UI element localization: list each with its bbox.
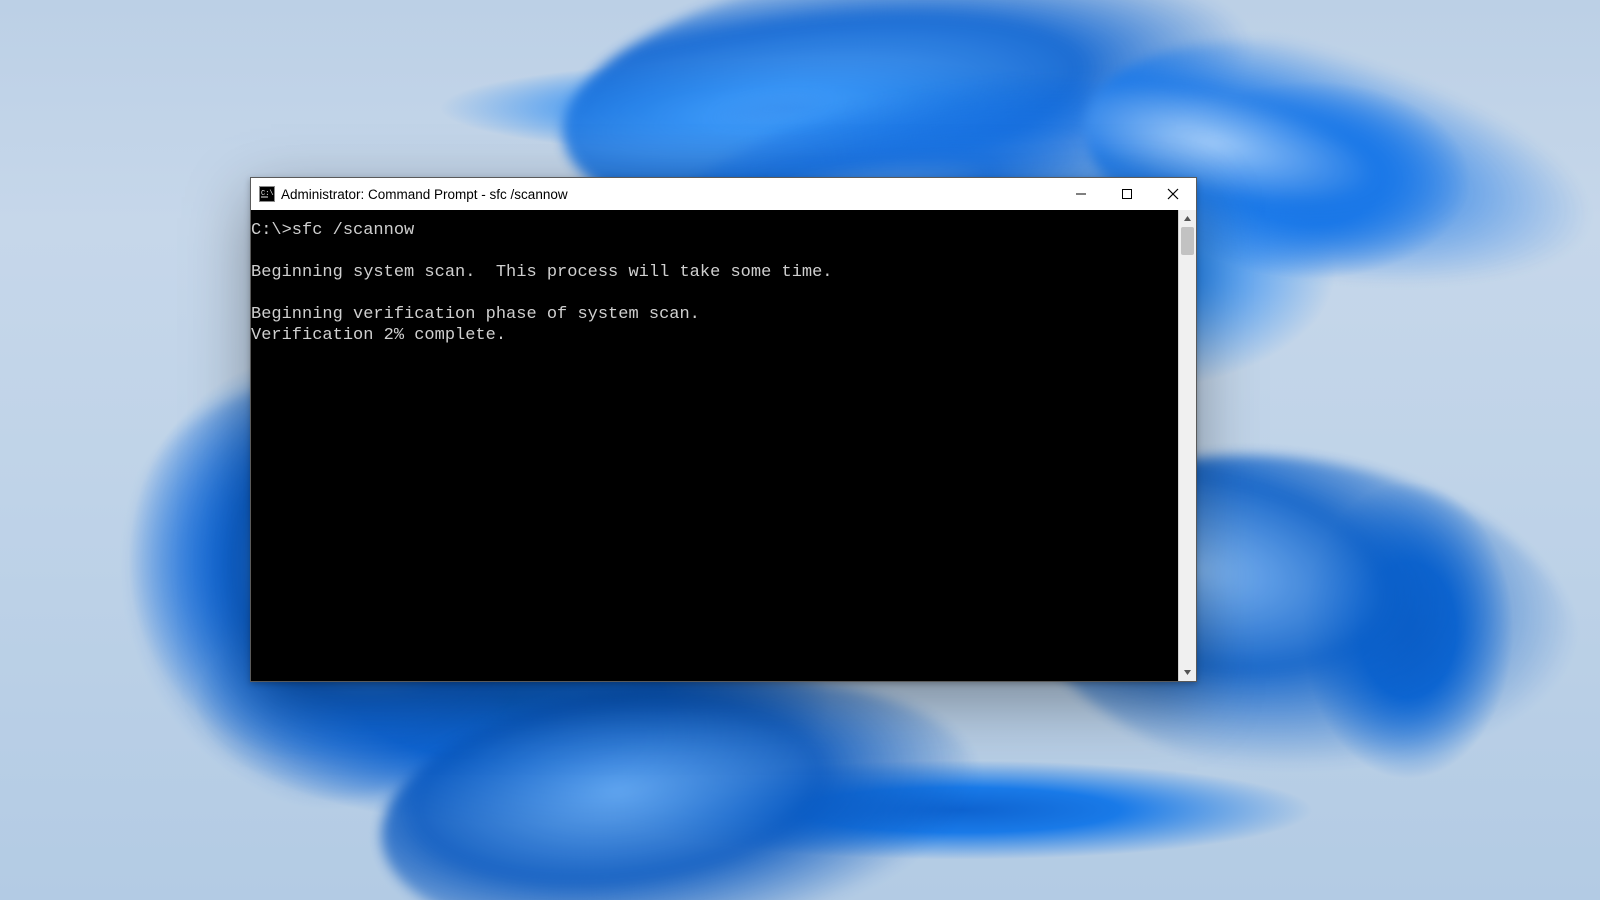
console-line: Beginning verification phase of system s… — [251, 304, 1178, 325]
minimize-icon — [1075, 188, 1087, 200]
cmd-prompt-icon: C:\ — [259, 186, 275, 202]
console-line — [251, 283, 1178, 304]
triangle-down-icon — [1183, 668, 1192, 677]
window-controls — [1058, 178, 1196, 210]
console-line: C:\>sfc /scannow — [251, 220, 1178, 241]
console-output[interactable]: C:\>sfc /scannow Beginning system scan. … — [251, 210, 1178, 681]
titlebar[interactable]: C:\ Administrator: Command Prompt - sfc … — [251, 178, 1196, 210]
command-prompt-window[interactable]: C:\ Administrator: Command Prompt - sfc … — [250, 177, 1197, 682]
scroll-up-button[interactable] — [1179, 210, 1196, 227]
console-line: Verification 2% complete. — [251, 325, 1178, 346]
vertical-scrollbar[interactable] — [1178, 210, 1196, 681]
scroll-thumb[interactable] — [1181, 227, 1194, 255]
maximize-button[interactable] — [1104, 178, 1150, 210]
desktop-wallpaper: C:\ Administrator: Command Prompt - sfc … — [0, 0, 1600, 900]
window-title: Administrator: Command Prompt - sfc /sca… — [281, 187, 1058, 202]
triangle-up-icon — [1183, 214, 1192, 223]
console-line — [251, 241, 1178, 262]
close-icon — [1167, 188, 1179, 200]
minimize-button[interactable] — [1058, 178, 1104, 210]
scroll-down-button[interactable] — [1179, 664, 1196, 681]
maximize-icon — [1121, 188, 1133, 200]
close-button[interactable] — [1150, 178, 1196, 210]
window-client-area: C:\>sfc /scannow Beginning system scan. … — [251, 210, 1196, 681]
console-line: Beginning system scan. This process will… — [251, 262, 1178, 283]
scroll-track[interactable] — [1179, 227, 1196, 664]
